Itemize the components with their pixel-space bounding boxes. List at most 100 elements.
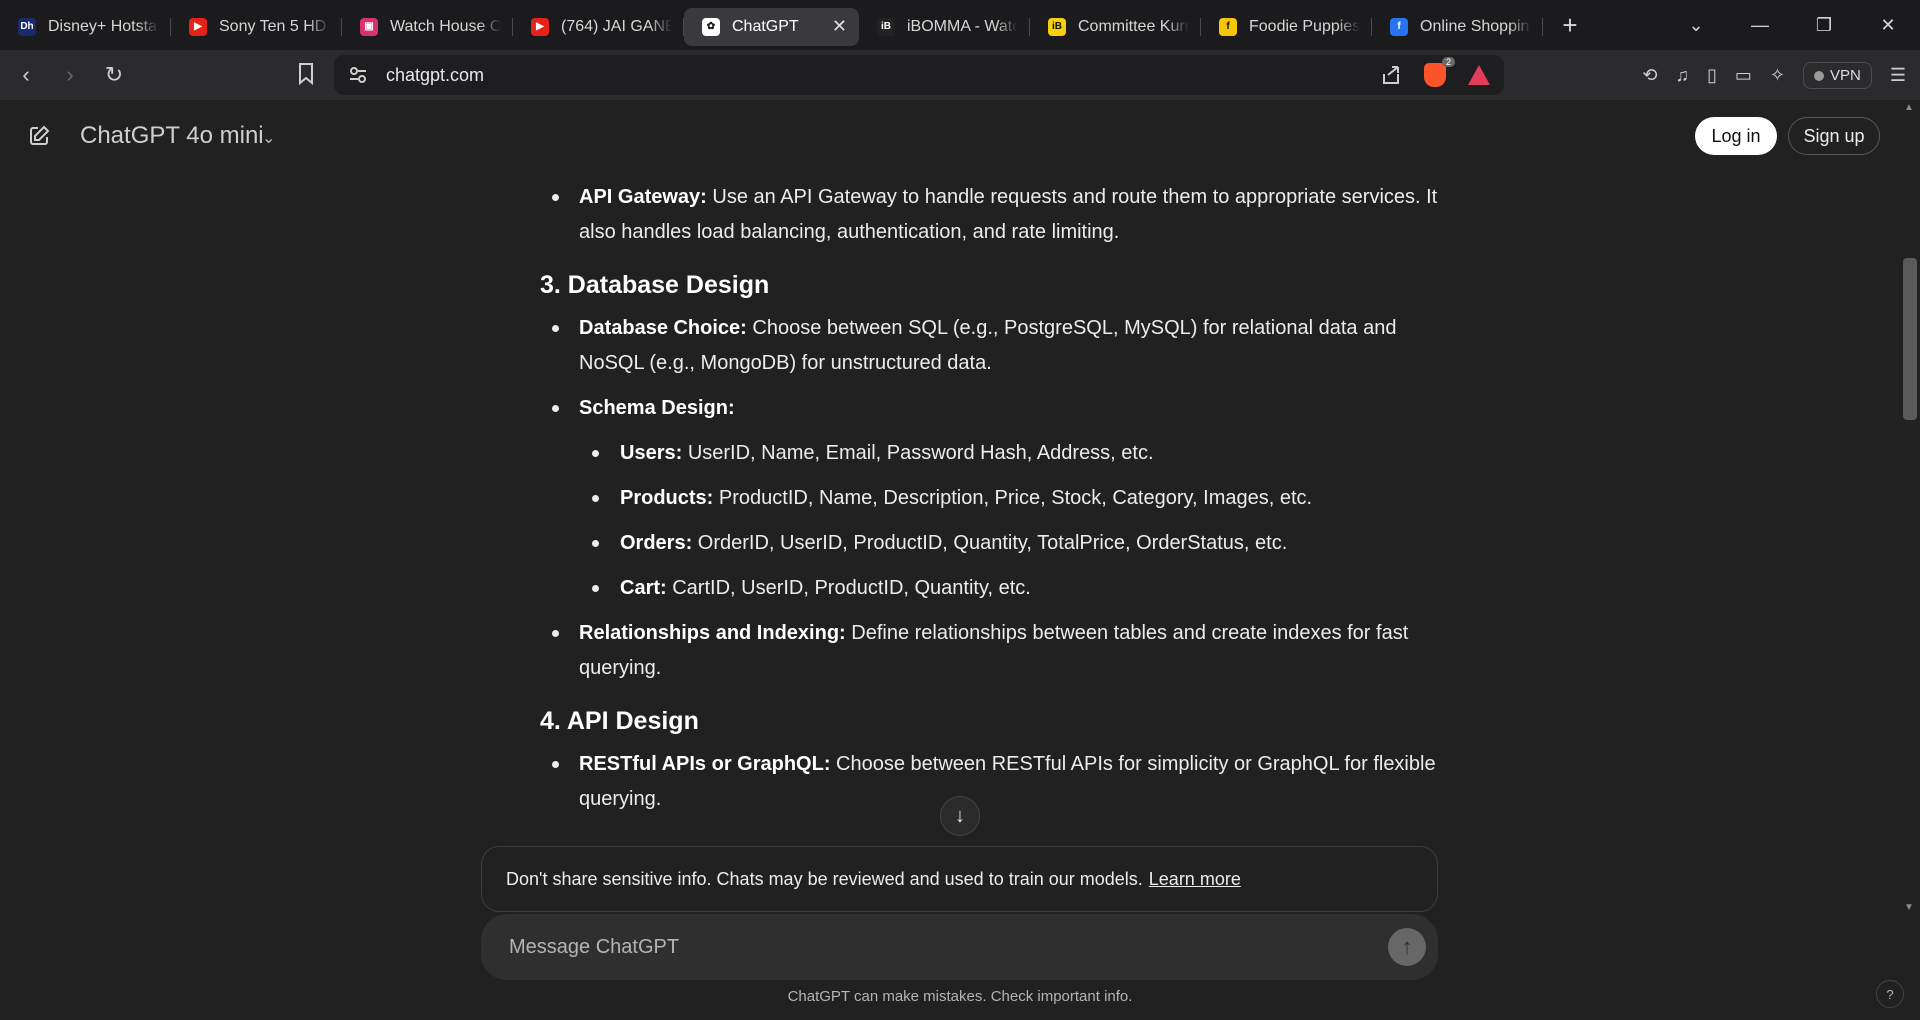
window-controls: ⌄ — ❐ ✕ [1664, 0, 1920, 50]
tab-title: Watch House Of T [390, 17, 501, 35]
minimize-icon[interactable]: — [1728, 15, 1792, 36]
list-item: Orders: OrderID, UserID, ProductID, Quan… [540, 526, 1440, 561]
tab-title: Sony Ten 5 HD Liv [219, 17, 330, 35]
ai-sparkle-icon[interactable]: ✧ [1770, 65, 1785, 86]
list-item: Relationships and Indexing: Define relat… [540, 616, 1440, 686]
scroll-down-icon[interactable]: ▼ [1904, 902, 1914, 913]
item-label: Users: [620, 442, 683, 464]
tab-list: Dh Disney+ Hotstar - ▶ Sony Ten 5 HD Liv ▣ Wa… [0, 5, 1543, 46]
tab-title: (764) JAI GANESH [561, 17, 672, 35]
ibomma-yellow-icon: iB [1048, 17, 1066, 36]
send-button[interactable]: ↑ [1388, 928, 1426, 966]
browser-tab[interactable]: f Online Shopping [1372, 8, 1543, 46]
message-composer: ↑ [481, 914, 1438, 980]
login-button[interactable]: Log in [1695, 117, 1777, 155]
flipkart-icon: f [1219, 17, 1237, 36]
item-label: Database Choice: [579, 317, 747, 339]
chevron-down-icon[interactable]: ⌄ [262, 128, 275, 148]
list-item: Cart: CartID, UserID, ProductID, Quantit… [540, 571, 1440, 606]
scroll-to-bottom-button[interactable]: ↓ [940, 796, 980, 836]
chat-header: ChatGPT 4o mini ⌄ Log in Sign up [0, 100, 1900, 172]
toolbar-right: ⟲ ♫ ▯ ▭ ✧ VPN ☰ [1642, 62, 1906, 89]
disclaimer: ChatGPT can make mistakes. Check importa… [787, 988, 1133, 1005]
privacy-notice: Don't share sensitive info. Chats may be… [481, 846, 1438, 912]
browser-tab[interactable]: Dh Disney+ Hotstar - [0, 8, 171, 46]
youtube-icon: ▶ [531, 17, 549, 36]
menu-icon[interactable]: ☰ [1890, 65, 1906, 86]
url-text[interactable]: chatgpt.com [386, 65, 484, 86]
shields-badge: 2 [1441, 57, 1455, 67]
new-chat-icon[interactable] [27, 124, 51, 148]
restore-icon[interactable]: ❐ [1792, 15, 1856, 36]
signup-button[interactable]: Sign up [1788, 117, 1880, 155]
close-window-icon[interactable]: ✕ [1856, 15, 1920, 36]
address-bar[interactable]: chatgpt.com 2 [334, 55, 1504, 95]
sidebar-icon[interactable]: ▯ [1707, 65, 1717, 86]
item-label: API Gateway: [579, 186, 707, 208]
toolbar: ‹ › ↻ chatgpt.com 2 ⟲ ♫ ▯ ▭ ✧ VPN ☰ [0, 50, 1920, 100]
browser-tab[interactable]: iB iBOMMA - Watch [859, 8, 1030, 46]
section-heading: 3. Database Design [540, 271, 770, 299]
page-scrollbar[interactable]: ▲ ▼ [1900, 100, 1920, 915]
share-icon[interactable] [1380, 64, 1402, 86]
brave-rewards-icon[interactable] [1468, 65, 1490, 85]
browser-tab[interactable]: ▶ Sony Ten 5 HD Liv [171, 8, 342, 46]
tab-title: Committee Kurral [1078, 17, 1189, 35]
scroll-up-icon[interactable]: ▲ [1904, 102, 1914, 113]
assistant-message: API Gateway: Use an API Gateway to handl… [540, 172, 1440, 817]
tab-title: Online Shopping [1420, 17, 1531, 35]
new-tab-button[interactable]: + [1555, 10, 1585, 41]
list-item: Users: UserID, Name, Email, Password Has… [540, 436, 1440, 471]
flipkart-icon: f [1390, 17, 1408, 36]
site-settings-icon[interactable] [348, 65, 368, 85]
item-label: Schema Design: [579, 397, 735, 419]
item-text: ProductID, Name, Description, Price, Sto… [713, 487, 1313, 509]
list-item: Database Choice: Choose between SQL (e.g… [540, 311, 1440, 381]
bookmark-icon[interactable] [297, 62, 315, 86]
watch-site-icon: ▣ [360, 17, 378, 36]
vpn-status-icon [1814, 70, 1825, 81]
wallet-icon[interactable]: ▭ [1735, 65, 1752, 86]
tab-title: Foodie Puppies R [1249, 17, 1360, 35]
vpn-label: VPN [1830, 67, 1861, 84]
browser-tab[interactable]: ✿ ChatGPT ✕ [684, 7, 859, 46]
browser-tab[interactable]: ▣ Watch House Of T [342, 8, 513, 46]
hotstar-icon: Dh [18, 17, 36, 36]
model-selector[interactable]: ChatGPT 4o mini [80, 122, 264, 150]
media-icon[interactable]: ♫ [1676, 65, 1690, 86]
browser-tab[interactable]: f Foodie Puppies R [1201, 8, 1372, 46]
vpn-button[interactable]: VPN [1803, 62, 1872, 89]
tab-strip: Dh Disney+ Hotstar - ▶ Sony Ten 5 HD Liv ▣ Wa… [0, 0, 1920, 50]
forward-button[interactable]: › [52, 62, 88, 88]
tab-title: ChatGPT [732, 17, 799, 35]
arrow-down-icon: ↓ [955, 804, 965, 827]
tab-title: Disney+ Hotstar - [48, 17, 159, 35]
section-heading: 4. API Design [540, 707, 699, 735]
close-tab-icon[interactable]: ✕ [832, 16, 847, 37]
item-label: RESTful APIs or GraphQL: [579, 753, 831, 775]
help-button[interactable]: ? [1876, 980, 1904, 1008]
leo-icon[interactable]: ⟲ [1642, 65, 1657, 86]
notice-text: Don't share sensitive info. Chats may be… [506, 868, 1143, 889]
learn-more-link[interactable]: Learn more [1149, 869, 1241, 890]
tab-title: iBOMMA - Watch [907, 17, 1018, 35]
chatgpt-icon: ✿ [702, 17, 720, 36]
back-button[interactable]: ‹ [8, 62, 44, 88]
browser-tab[interactable]: ▶ (764) JAI GANESH [513, 8, 684, 46]
item-text: OrderID, UserID, ProductID, Quantity, To… [692, 532, 1288, 554]
item-label: Products: [620, 487, 714, 509]
item-label: Cart: [620, 577, 667, 599]
item-label: Relationships and Indexing: [579, 622, 846, 644]
list-item: Products: ProductID, Name, Description, … [540, 481, 1440, 516]
youtube-icon: ▶ [189, 17, 207, 36]
scrollbar-thumb[interactable] [1903, 258, 1917, 420]
tab-separator [1542, 17, 1543, 36]
ibomma-icon: iB [877, 17, 895, 36]
list-item: Schema Design: [540, 391, 1440, 426]
message-input[interactable] [507, 934, 1331, 960]
brave-shields-icon[interactable]: 2 [1424, 57, 1455, 87]
tab-search-chevron-icon[interactable]: ⌄ [1664, 15, 1728, 36]
item-text: CartID, UserID, ProductID, Quantity, etc… [666, 577, 1031, 599]
browser-tab[interactable]: iB Committee Kurral [1030, 8, 1201, 46]
reload-button[interactable]: ↻ [96, 62, 132, 88]
